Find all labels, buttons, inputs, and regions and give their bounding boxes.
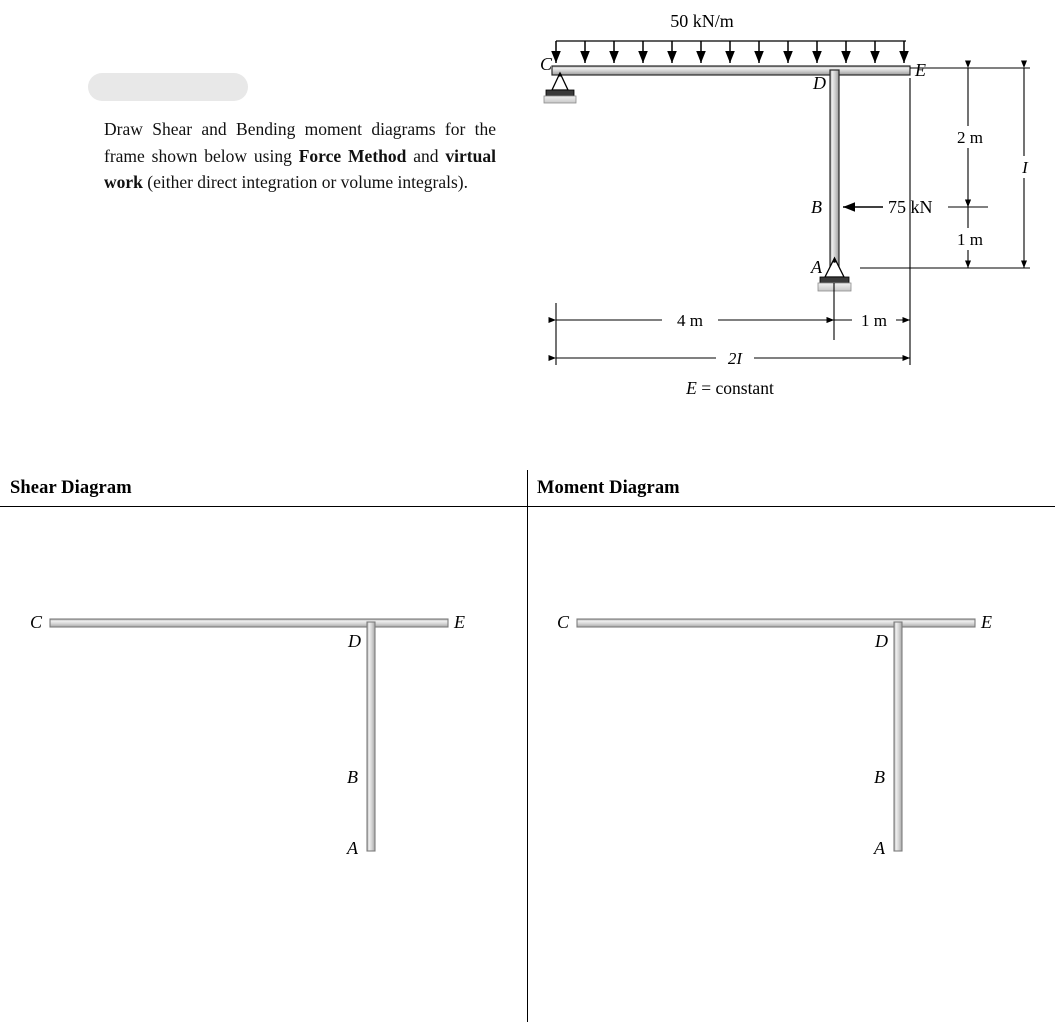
dimension-2m: 2 m xyxy=(957,128,983,147)
problem-text-emphasis: Force Method xyxy=(298,145,407,166)
moment-diagram-title: Moment Diagram xyxy=(537,478,680,498)
column-divider xyxy=(527,470,528,1022)
problem-statement-region: Draw Shear and Bending moment diagrams f… xyxy=(0,0,1055,460)
shear-node-label-E: E xyxy=(453,612,465,632)
shear-node-label-D: D xyxy=(347,631,361,651)
moment-node-label-B: B xyxy=(874,767,885,787)
answer-region: Shear Diagram Moment Diagram C D E B A C… xyxy=(0,470,1055,1022)
blank-beam-CE xyxy=(576,618,976,628)
blank-column-DA xyxy=(366,621,376,852)
dimension-4m: 4 m xyxy=(677,311,703,330)
shear-node-label-A: A xyxy=(346,838,359,858)
moment-node-label-E: E xyxy=(980,612,992,632)
node-label-E: E xyxy=(914,60,926,80)
dimension-1m-vertical: 1 m xyxy=(957,230,983,249)
node-label-B: B xyxy=(811,197,822,217)
moment-node-label-C: C xyxy=(557,612,570,632)
frame-figure: 50 kN/m C D E B A 75 kN 2 m 1 m I 4 m 1 … xyxy=(530,0,1055,420)
shear-diagram-canvas[interactable]: C D E B A xyxy=(20,600,490,895)
problem-text-run: (either direct integration or volume int… xyxy=(142,172,468,193)
vertical-dimensions xyxy=(860,60,1030,269)
beam-stiffness-label: 2I xyxy=(728,349,744,368)
blank-beam-CE xyxy=(49,618,449,628)
point-load-group: 75 kN xyxy=(843,197,933,217)
node-label-D: D xyxy=(812,73,826,93)
shear-diagram-title: Shear Diagram xyxy=(10,478,132,498)
moment-node-label-A: A xyxy=(873,838,886,858)
node-label-C: C xyxy=(540,54,553,74)
load-arrows xyxy=(551,41,909,63)
beam-member-CE xyxy=(551,65,911,76)
redacted-placeholder-bar xyxy=(88,73,248,101)
shear-node-label-C: C xyxy=(30,612,43,632)
moment-node-label-D: D xyxy=(874,631,888,651)
column-member-DA xyxy=(829,69,840,271)
node-label-A: A xyxy=(810,257,823,277)
problem-text-run: and xyxy=(406,145,446,166)
dimension-1m-horizontal: 1 m xyxy=(861,311,887,330)
distributed-load-label: 50 kN/m xyxy=(670,11,734,31)
shear-node-label-B: B xyxy=(347,767,358,787)
blank-column-DA xyxy=(893,621,903,852)
problem-text: Draw Shear and Bending moment diagrams f… xyxy=(104,116,496,196)
moment-diagram-canvas[interactable]: C D E B A xyxy=(547,600,1017,895)
distributed-load-group: 50 kN/m xyxy=(551,11,909,63)
pin-support-C xyxy=(543,71,577,104)
modulus-note: E = constant xyxy=(685,378,774,398)
